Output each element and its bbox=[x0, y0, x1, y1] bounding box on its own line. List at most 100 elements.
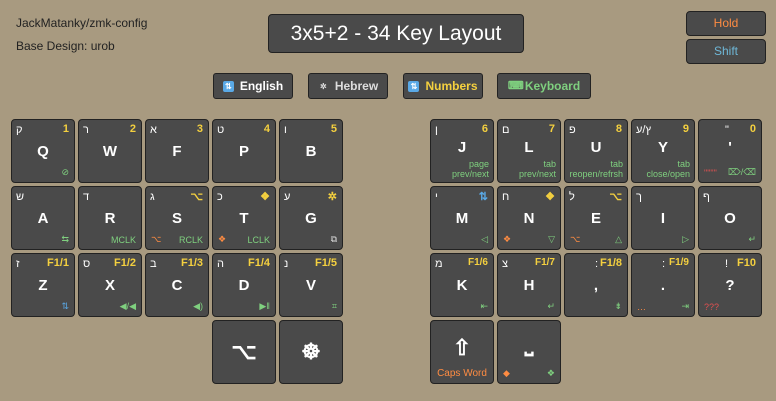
number-label: 4 bbox=[263, 123, 270, 135]
layer-hebrew-button[interactable]: ✲ Hebrew bbox=[308, 73, 388, 99]
option-icon: ⌥ bbox=[609, 191, 622, 203]
key-comma[interactable]: : F1/8 , ⇟ bbox=[564, 253, 628, 317]
command-icon: ❖ bbox=[545, 191, 555, 203]
key-z[interactable]: ז F1/1 Z ⇅ bbox=[11, 253, 75, 317]
key-k[interactable]: מ F1/6 K ⇤ bbox=[430, 253, 494, 317]
key-b[interactable]: ו 5 B bbox=[279, 119, 343, 183]
hebrew-label: ע bbox=[284, 191, 291, 203]
key-e[interactable]: ל ⌥ E ⌥ △ bbox=[564, 186, 628, 250]
layer-label: Hebrew bbox=[334, 79, 379, 93]
function-key-label: F1/8 bbox=[599, 257, 622, 269]
thumb-key-wheel[interactable]: ☸ bbox=[279, 320, 343, 384]
number-label: 5 bbox=[330, 123, 337, 135]
hebrew-label: ח bbox=[502, 191, 510, 203]
key-r[interactable]: ד R MCLK bbox=[78, 186, 142, 250]
layers-icon: ⇅ bbox=[61, 301, 69, 311]
caps-word-label: Caps Word bbox=[437, 368, 487, 379]
option-icon: ⌥ bbox=[151, 234, 162, 244]
number-label: 0 bbox=[749, 123, 756, 135]
key-period[interactable]: : F1/9 . … ⇥ bbox=[631, 253, 695, 317]
key-n[interactable]: ח ❖ N ❖ ▽ bbox=[497, 186, 561, 250]
key-x[interactable]: ס F1/2 X ◀/◀ bbox=[78, 253, 142, 317]
key-s[interactable]: ג ⌥ S ⌥ RCLK bbox=[145, 186, 209, 250]
key-h[interactable]: צ F1/7 H ↵ bbox=[497, 253, 561, 317]
key-l[interactable]: ם 7 L tab prev/next bbox=[497, 119, 561, 183]
key-label: R bbox=[104, 210, 116, 227]
hebrew-label: " bbox=[725, 124, 729, 136]
option-icon: ⌥ bbox=[231, 339, 257, 364]
tab-back-icon: ⇤ bbox=[480, 301, 488, 311]
hebrew-label: א bbox=[150, 124, 157, 136]
thumb-key-shift[interactable]: ⇧ Caps Word bbox=[430, 320, 494, 384]
command-icon: ❖ bbox=[546, 368, 555, 378]
enter-icon: ↵ bbox=[547, 301, 555, 311]
key-v[interactable]: נ F1/5 V ⌗ bbox=[279, 253, 343, 317]
key-m[interactable]: י ⇅ M ◁ bbox=[430, 186, 494, 250]
key-label: L bbox=[524, 139, 534, 156]
hebrew-label: פ bbox=[569, 124, 576, 136]
key-q[interactable]: ק 1 Q ⊘ bbox=[11, 119, 75, 183]
key-label: T bbox=[239, 210, 249, 227]
triple-question-label: ??? bbox=[704, 302, 720, 312]
key-label: D bbox=[238, 277, 250, 294]
shift-button[interactable]: Shift bbox=[686, 39, 766, 64]
hebrew-label: ז bbox=[16, 258, 20, 270]
number-label: 8 bbox=[615, 123, 622, 135]
layer-label: English bbox=[239, 79, 284, 93]
layer-label: Numbers bbox=[425, 79, 478, 93]
thumb-key-option[interactable]: ⌥ bbox=[212, 320, 276, 384]
key-label: J bbox=[457, 139, 467, 156]
hebrew-label: מ bbox=[435, 258, 443, 270]
layer-numbers-button[interactable]: ⇅ Numbers bbox=[403, 73, 483, 99]
key-label: C bbox=[171, 277, 183, 294]
key-i[interactable]: ך I ▷ bbox=[631, 186, 695, 250]
key-w[interactable]: ר 2 W bbox=[78, 119, 142, 183]
key-apostrophe[interactable]: " 0 ' """" ⌦/⌫ bbox=[698, 119, 762, 183]
key-label: K bbox=[456, 277, 468, 294]
number-label: 6 bbox=[481, 123, 488, 135]
key-d[interactable]: ה F1/4 D ▶‖ bbox=[212, 253, 276, 317]
hebrew-label: י bbox=[435, 191, 438, 203]
function-key-label: F1/3 bbox=[180, 257, 203, 269]
number-label: 2 bbox=[129, 123, 136, 135]
number-label: 3 bbox=[196, 123, 203, 135]
layer-keyboard-button[interactable]: ⌨ Keyboard bbox=[497, 73, 591, 99]
hebrew-label: נ bbox=[284, 258, 289, 270]
key-y[interactable]: ץ/ע 9 Y tab close/open bbox=[631, 119, 695, 183]
key-label: ' bbox=[728, 139, 732, 156]
key-label: G bbox=[305, 210, 317, 227]
hold-button[interactable]: Hold bbox=[686, 11, 766, 36]
key-label: U bbox=[590, 139, 602, 156]
down-arrow-icon: ▽ bbox=[548, 234, 555, 244]
switch-icon: ⇆ bbox=[61, 234, 69, 244]
key-g[interactable]: ע ✲ G ⧉ bbox=[279, 186, 343, 250]
key-p[interactable]: ט 4 P bbox=[212, 119, 276, 183]
copy-icon: ⧉ bbox=[330, 234, 337, 244]
function-label: tab reopen/refrsh bbox=[569, 159, 623, 179]
thumb-key-space[interactable]: ⎵ ◆ ❖ bbox=[497, 320, 561, 384]
hebrew-label: ך bbox=[636, 191, 642, 203]
key-c[interactable]: ב F1/3 C ◀) bbox=[145, 253, 209, 317]
ellipsis-label: … bbox=[637, 302, 646, 312]
key-u[interactable]: פ 8 U tab reopen/refrsh bbox=[564, 119, 628, 183]
key-label: S bbox=[171, 210, 182, 227]
keyboard-icon: ⌨ bbox=[507, 79, 524, 92]
snowflake-icon: ✲ bbox=[319, 81, 327, 91]
function-key-label: F1/9 bbox=[668, 257, 689, 268]
key-t[interactable]: כ ❖ T ❖ LCLK bbox=[212, 186, 276, 250]
shift-icon: ⇧ bbox=[452, 335, 472, 360]
key-label: I bbox=[660, 210, 666, 227]
base-design-label: Base Design: urob bbox=[16, 39, 115, 53]
hebrew-label: ש bbox=[16, 191, 25, 203]
left-arrow-icon: ◁ bbox=[481, 234, 488, 244]
layer-english-button[interactable]: ⇅ English bbox=[213, 73, 293, 99]
key-j[interactable]: ן 6 J page prev/next bbox=[430, 119, 494, 183]
key-question[interactable]: ! F10 ? ??? bbox=[698, 253, 762, 317]
key-f[interactable]: א 3 F bbox=[145, 119, 209, 183]
key-label: B bbox=[305, 143, 317, 160]
function-label: tab close/open bbox=[646, 159, 690, 179]
play-pause-icon: ▶‖ bbox=[259, 301, 270, 311]
key-label: , bbox=[593, 277, 599, 294]
key-o[interactable]: ף O ↵ bbox=[698, 186, 762, 250]
key-a[interactable]: ש A ⇆ bbox=[11, 186, 75, 250]
